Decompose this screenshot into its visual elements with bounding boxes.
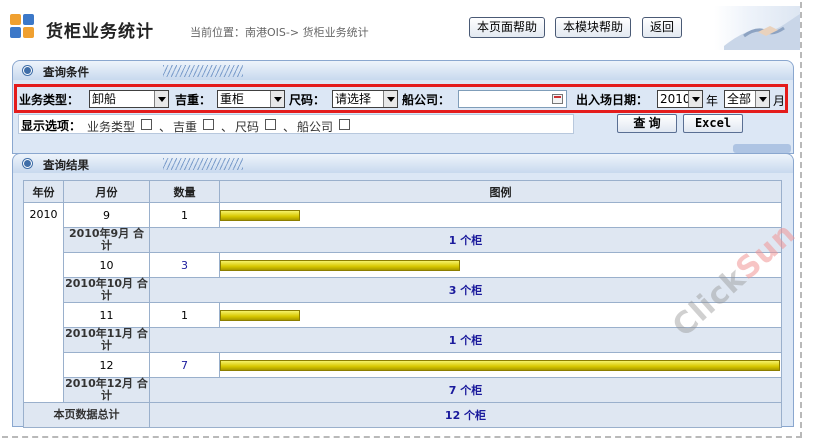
count-bar (220, 359, 780, 371)
collapse-handle[interactable] (733, 144, 791, 153)
subtotal-row: 2010年10月 合计 3 个柜 (24, 277, 782, 303)
display-options-row: 显示选项： 业务类型 、 吉重 、 尺码 、 船公司 (18, 114, 574, 134)
subtotal-row: 2010年11月 合计 1 个柜 (24, 327, 782, 353)
option-separator: 、 (159, 120, 172, 134)
chevron-down-icon[interactable] (755, 91, 769, 107)
query-button[interactable]: 查 询 (617, 114, 677, 133)
full-empty-label: 吉重： (175, 93, 212, 107)
section-bullet-icon (23, 159, 32, 168)
table-header-row: 年份 月份 数量 图例 (23, 180, 782, 203)
page-header: 货柜业务统计 当前位置：南港OIS-> 货柜业务统计 本页面帮助 本模块帮助 返… (6, 6, 800, 50)
column-header: 数量 (149, 180, 220, 203)
query-section-title: 查询条件 (43, 65, 89, 79)
app-logo-icon (10, 14, 36, 40)
page-help-button[interactable]: 本页面帮助 (469, 17, 546, 38)
count-cell: 1 (149, 302, 220, 328)
chevron-down-icon[interactable] (154, 91, 168, 107)
year-select[interactable]: 2010 (657, 90, 703, 108)
shipping-company-label: 船公司： (402, 93, 451, 107)
query-section-header: 查询条件 (12, 60, 794, 80)
option-shipping-company-checkbox[interactable] (339, 119, 350, 130)
full-empty-select[interactable]: 重柜 (217, 90, 285, 108)
column-header: 月份 (63, 180, 150, 203)
chevron-down-icon[interactable] (270, 91, 284, 107)
year-unit-label: 年 (706, 94, 719, 108)
option-business-type-label: 业务类型 (87, 120, 136, 134)
business-type-label: 业务类型： (19, 93, 80, 107)
option-business-type-checkbox[interactable] (141, 119, 152, 130)
breadcrumb: 当前位置：南港OIS-> 货柜业务统计 (190, 26, 369, 39)
table-row: 2010 9 1 (23, 202, 782, 403)
business-type-select[interactable]: 卸船 (89, 90, 169, 108)
calendar-picker-icon[interactable] (552, 94, 563, 104)
grand-total-value: 12 个柜 (149, 402, 782, 428)
subtotal-row: 2010年12月 合计 7 个柜 (24, 377, 782, 403)
result-section-header: 查询结果 (12, 153, 794, 173)
option-size-label: 尺码 (235, 120, 260, 134)
month-cell: 10 (63, 252, 150, 278)
query-criteria-row: 业务类型： 卸船 吉重： 重柜 尺码： 请选择 船公司： 出入场日期： 2010… (14, 84, 788, 113)
count-cell: 7 (149, 352, 220, 378)
month-unit-label: 月 (773, 94, 786, 108)
option-separator: 、 (221, 120, 234, 134)
module-help-button[interactable]: 本模块帮助 (555, 17, 632, 38)
subtotal-label: 2010年11月 合计 (63, 327, 150, 353)
count-bar (220, 309, 300, 321)
month-select[interactable]: 全部 (724, 90, 770, 108)
size-select[interactable]: 请选择 (332, 90, 398, 108)
handshake-banner-image (714, 6, 800, 50)
subtotal-label: 2010年12月 合计 (63, 377, 150, 403)
option-full-empty-checkbox[interactable] (203, 119, 214, 130)
subtotal-row: 2010年9月 合计 1 个柜 (24, 227, 782, 253)
table-row: 10 3 (24, 252, 782, 278)
column-header: 年份 (23, 180, 64, 203)
shipping-company-input[interactable] (458, 90, 567, 108)
count-cell: 1 (149, 202, 220, 228)
column-header: 图例 (219, 180, 782, 203)
subtotal-value: 1 个柜 (149, 227, 782, 253)
result-section-title: 查询结果 (43, 158, 89, 172)
grand-total-row: 本页数据总计 12 个柜 (23, 402, 782, 428)
count-bar (220, 259, 460, 271)
display-options-label: 显示选项： (21, 119, 82, 133)
month-cell: 11 (63, 302, 150, 328)
result-table: 年份 月份 数量 图例 2010 9 1 2010年9月 合计 1 个柜 10 … (23, 180, 782, 428)
back-button[interactable]: 返回 (642, 17, 683, 38)
option-shipping-company-label: 船公司 (297, 120, 334, 134)
grand-total-label: 本页数据总计 (23, 402, 150, 428)
option-full-empty-label: 吉重 (173, 120, 198, 134)
count-cell: 3 (149, 252, 220, 278)
date-label: 出入场日期： (576, 93, 649, 107)
decorative-hatch (163, 158, 243, 170)
subtotal-value: 7 个柜 (149, 377, 782, 403)
option-size-checkbox[interactable] (265, 119, 276, 130)
section-bullet-icon (23, 66, 32, 75)
subtotal-label: 2010年9月 合计 (63, 227, 150, 253)
table-row: 12 7 (24, 352, 782, 378)
app-title: 货柜业务统计 (46, 22, 154, 42)
month-cell: 9 (63, 202, 150, 228)
excel-export-button[interactable]: Excel (683, 114, 743, 133)
subtotal-label: 2010年10月 合计 (63, 277, 150, 303)
option-separator: 、 (283, 120, 296, 134)
month-cell: 12 (63, 352, 150, 378)
year-cell: 2010 (23, 202, 64, 403)
chevron-down-icon[interactable] (688, 91, 702, 107)
size-label: 尺码： (289, 93, 326, 107)
decorative-hatch (163, 65, 243, 77)
count-bar (220, 209, 300, 221)
chevron-down-icon[interactable] (383, 91, 397, 107)
